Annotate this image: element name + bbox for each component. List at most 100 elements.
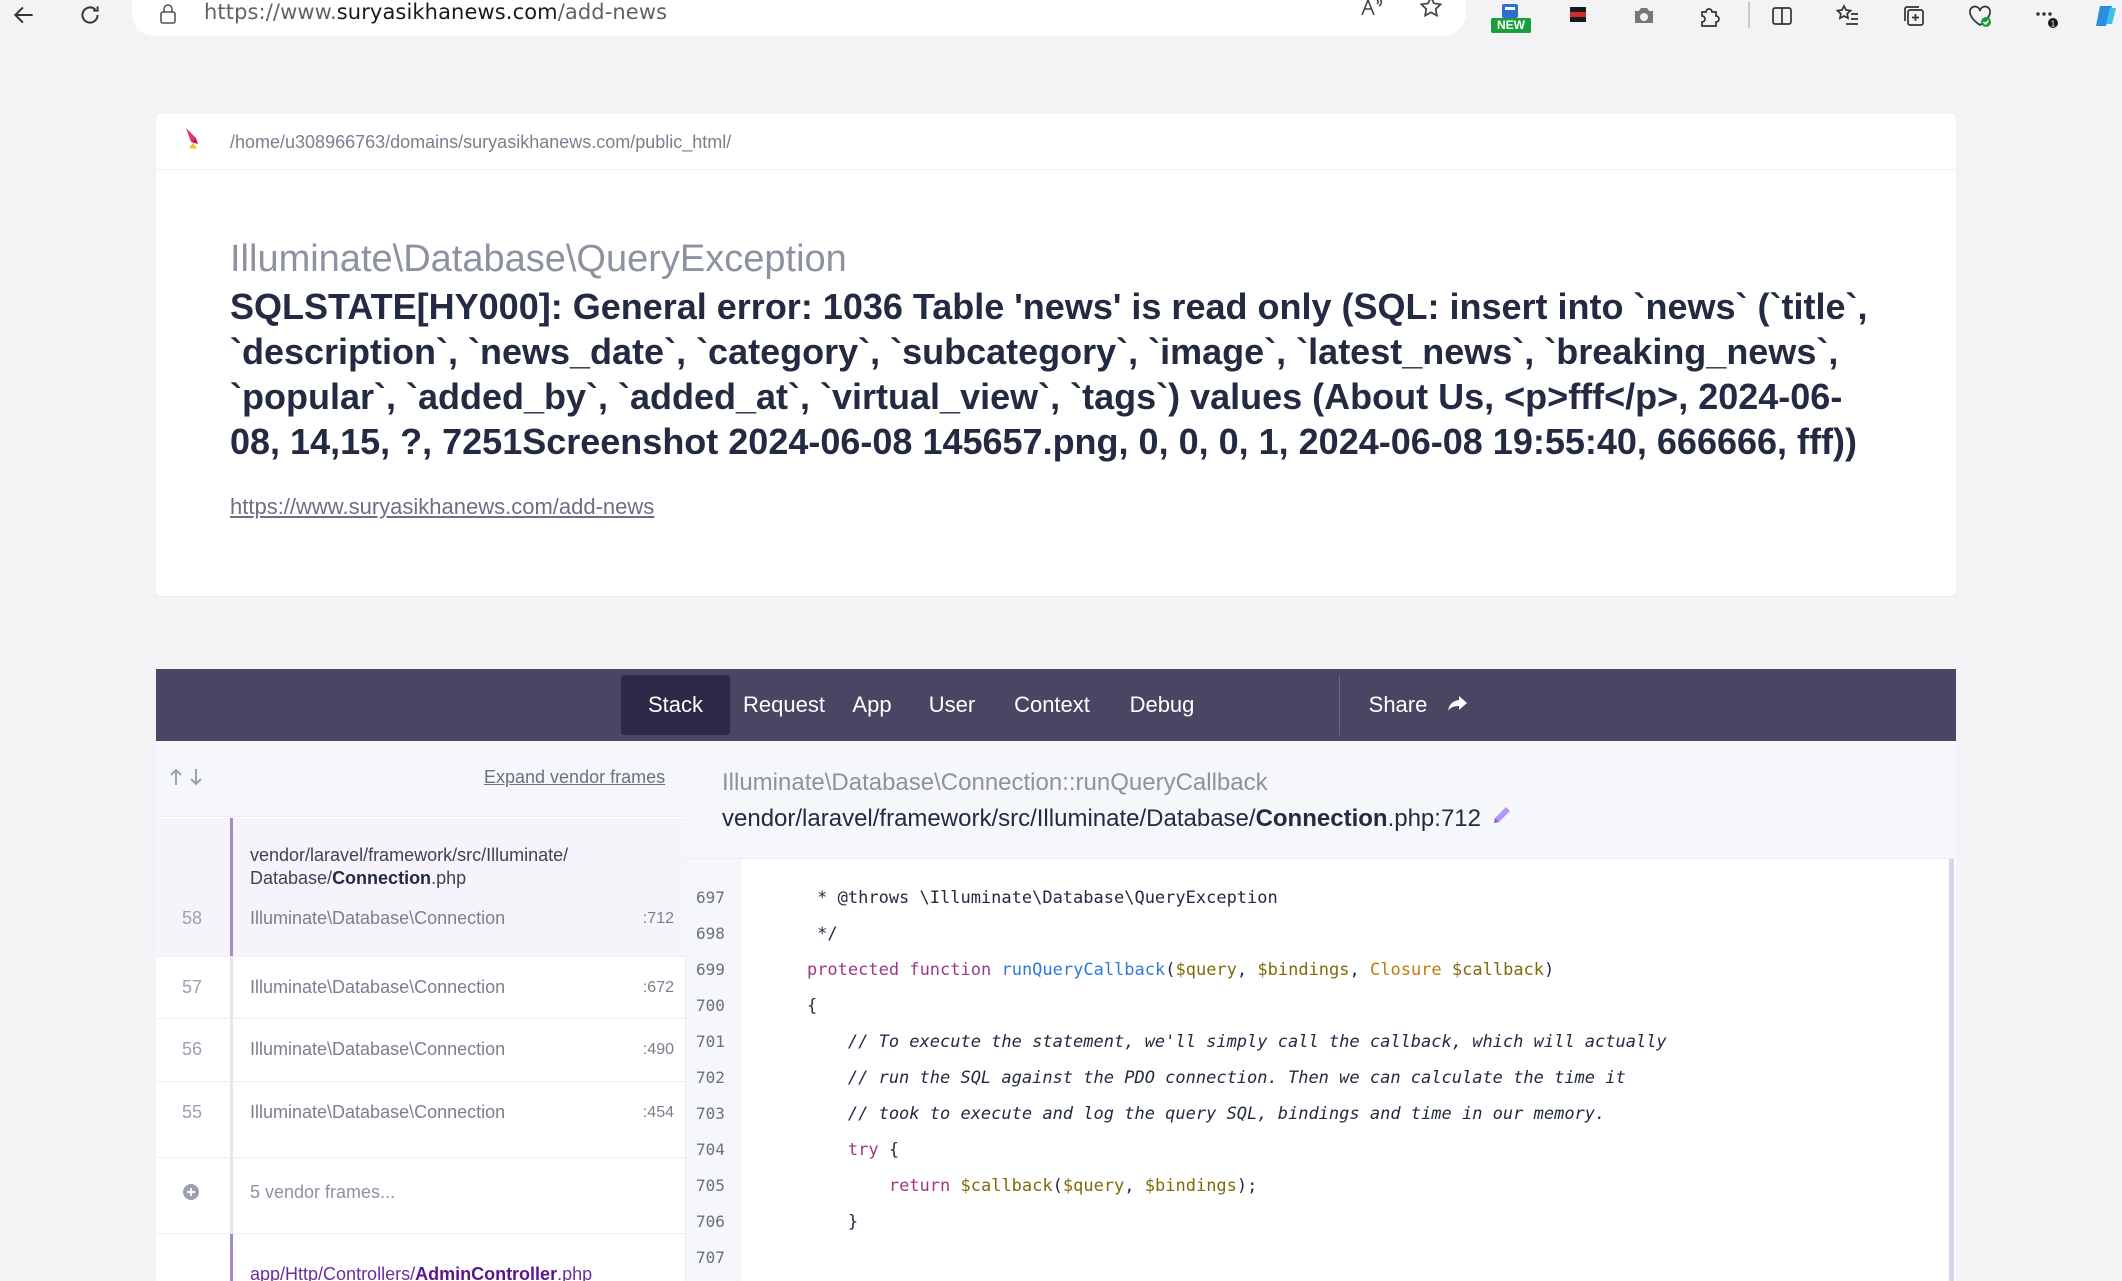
- code-line: 699 protected function runQueryCallback(…: [686, 952, 1936, 988]
- stack-frame-app[interactable]: app/Http/Controllers/AdminController.php: [156, 1234, 686, 1281]
- back-arrow-icon[interactable]: [4, 0, 44, 30]
- code-line: 706 }: [686, 1204, 1936, 1240]
- frame-line: :454: [642, 1104, 674, 1121]
- error-card: /home/u308966763/domains/suryasikhanews.…: [156, 114, 1956, 596]
- stack-frame[interactable]: 56 Illuminate\Database\Connection :490: [156, 1019, 686, 1082]
- frame-class: Illuminate\Database\Connection: [250, 908, 506, 928]
- tab-request[interactable]: Request: [736, 675, 832, 735]
- code-line: 707: [686, 1240, 1936, 1276]
- code-header: Illuminate\Database\Connection::runQuery…: [686, 741, 1956, 859]
- frame-class: Illuminate\Database\Connection: [250, 977, 506, 997]
- stack-frame-selected[interactable]: vendor/laravel/framework/src/Illuminate/…: [156, 818, 686, 957]
- code-line: 698 */: [686, 916, 1936, 952]
- frame-line: :712: [642, 910, 674, 927]
- plus-circle-icon: [183, 1184, 199, 1200]
- frame-number: 55: [182, 1102, 203, 1122]
- frame-indicator: [230, 1082, 233, 1157]
- line-number: 697: [696, 888, 725, 907]
- lock-icon: [160, 4, 176, 24]
- code-file-path: vendor/laravel/framework/src/Illuminate/…: [722, 805, 1481, 832]
- copilot-icon[interactable]: [2086, 0, 2122, 32]
- more-menu-icon[interactable]: 1: [2026, 0, 2066, 32]
- code-line: 697 * @throws \Illuminate\Database\Query…: [686, 880, 1936, 916]
- tab-debug[interactable]: Debug: [1112, 675, 1212, 735]
- browser-toolbar: https://www.suryasikhanews.com/add-news …: [0, 0, 2122, 40]
- code-line: 701 // To execute the statement, we'll s…: [686, 1024, 1936, 1060]
- frame-number: 58: [182, 908, 203, 928]
- tab-bar: Stack trace Request App User Context Deb…: [156, 669, 1956, 777]
- extensions-puzzle-icon[interactable]: [1690, 0, 1730, 32]
- code-line: 700 {: [686, 988, 1936, 1024]
- stack-frames-panel: Expand vendor frames vendor/laravel/fram…: [156, 741, 686, 1281]
- line-number: 703: [696, 1104, 725, 1123]
- browser-essentials-icon[interactable]: [1960, 0, 2000, 32]
- favorites-list-icon[interactable]: [1828, 0, 1868, 32]
- address-bar[interactable]: https://www.suryasikhanews.com/add-news: [132, 0, 1466, 36]
- code-scrollbar[interactable]: [1949, 859, 1954, 1281]
- toolbar-divider: [1748, 2, 1750, 28]
- line-number: 702: [696, 1068, 725, 1087]
- line-number: 701: [696, 1032, 725, 1051]
- ignition-logo-icon: [186, 128, 198, 149]
- frame-file-path: vendor/laravel/framework/src/Illuminate/…: [250, 845, 569, 888]
- line-number: 706: [696, 1212, 725, 1231]
- edit-pencil-icon[interactable]: [1490, 803, 1514, 827]
- vendor-frames-toggle[interactable]: 5 vendor frames...: [156, 1158, 686, 1234]
- expand-vendor-frames-link[interactable]: Expand vendor frames: [484, 767, 665, 788]
- code-line: 702 // run the SQL against the PDO conne…: [686, 1060, 1936, 1096]
- tab-share[interactable]: Share: [1356, 675, 1440, 735]
- code-text: */: [766, 924, 838, 944]
- line-number: 705: [696, 1176, 725, 1195]
- code-line: 705 return $callback($query, $bindings);: [686, 1168, 1936, 1204]
- split-screen-icon[interactable]: [1762, 0, 1802, 32]
- app-frame-indicator: [230, 1234, 233, 1281]
- request-url-link[interactable]: https://www.suryasikhanews.com/add-news: [230, 494, 654, 520]
- camera-icon[interactable]: [1624, 0, 1664, 32]
- line-number: 698: [696, 924, 725, 943]
- favorite-star-icon[interactable]: [1414, 0, 1448, 22]
- tab-user[interactable]: User: [912, 675, 992, 735]
- tab-stack-trace[interactable]: Stack trace: [621, 675, 730, 777]
- code-comment: // To execute the statement, we'll simpl…: [766, 1032, 1667, 1052]
- line-number: 700: [696, 996, 725, 1015]
- selected-frame-indicator: [230, 818, 233, 956]
- read-aloud-icon[interactable]: [1354, 0, 1388, 22]
- vendor-frames-label: 5 vendor frames...: [250, 1182, 396, 1202]
- code-text-try: try {: [847, 1140, 900, 1160]
- code-text: * @throws \Illuminate\Database\QueryExce…: [766, 888, 1278, 908]
- frame-indicator: [230, 1158, 233, 1233]
- code-line: 703 // took to execute and log the query…: [686, 1096, 1936, 1132]
- frame-line: :490: [642, 1041, 674, 1058]
- code-line: 704 try {: [686, 1132, 1936, 1168]
- tab-app[interactable]: App: [836, 675, 908, 735]
- stack-frame[interactable]: 57 Illuminate\Database\Connection :672: [156, 957, 686, 1019]
- svg-text:1: 1: [2051, 20, 2056, 29]
- frame-number: 57: [182, 977, 203, 997]
- card-path-bar: /home/u308966763/domains/suryasikhanews.…: [156, 114, 1956, 170]
- url-text[interactable]: https://www.suryasikhanews.com/add-news: [204, 0, 667, 24]
- code-snippet-panel: Illuminate\Database\Connection::runQuery…: [686, 741, 1956, 1281]
- new-badge: NEW: [1491, 18, 1531, 33]
- exception-class: Illuminate\Database\QueryException: [230, 238, 847, 280]
- code-text: {: [766, 996, 818, 1016]
- extension-flag-icon[interactable]: [1558, 0, 1598, 32]
- collections-icon[interactable]: [1894, 0, 1934, 32]
- project-path: /home/u308966763/domains/suryasikhanews.…: [230, 132, 732, 152]
- line-number: 699: [696, 960, 725, 979]
- code-text: }: [766, 1212, 859, 1232]
- frame-class: Illuminate\Database\Connection: [250, 1039, 506, 1059]
- line-number: 704: [696, 1140, 725, 1159]
- code-text-highlighted: protected function runQueryCallback($que…: [806, 960, 1555, 980]
- code-comment: // run the SQL against the PDO connectio…: [766, 1068, 1626, 1088]
- share-arrow-icon[interactable]: [1444, 691, 1470, 717]
- tab-context[interactable]: Context: [996, 675, 1108, 735]
- code-text-return: return $callback($query, $bindings);: [888, 1176, 1258, 1196]
- frame-line: :672: [642, 979, 674, 996]
- up-down-arrows-icon[interactable]: [166, 765, 210, 789]
- tab-divider: [1339, 675, 1340, 735]
- frame-indicator: [230, 957, 233, 1018]
- frame-indicator: [230, 1019, 233, 1081]
- refresh-icon[interactable]: [70, 0, 110, 30]
- stack-frame[interactable]: 55 Illuminate\Database\Connection :454: [156, 1082, 686, 1158]
- frame-number: 56: [182, 1039, 203, 1059]
